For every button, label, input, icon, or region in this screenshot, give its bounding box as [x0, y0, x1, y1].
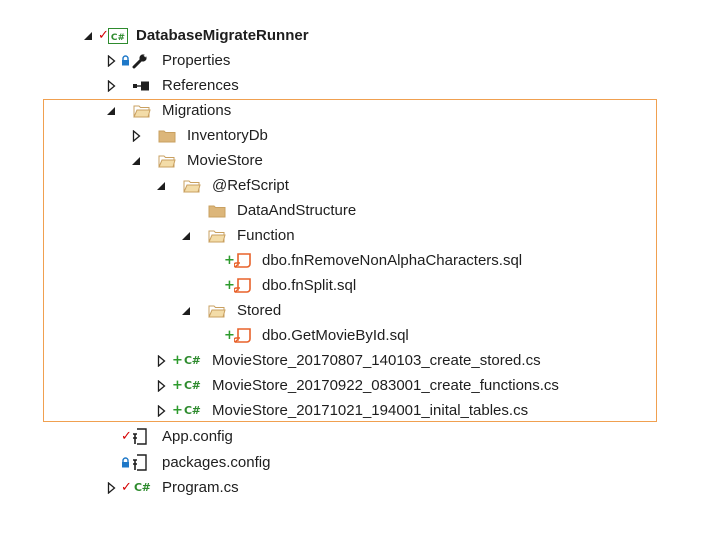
collapse-arrow-icon[interactable] [81, 23, 95, 48]
dataandstructure-label: DataAndStructure [237, 202, 357, 219]
folder-open-icon [208, 223, 226, 248]
migrations-label: Migrations [162, 102, 232, 119]
csharp-file-icon: C# [184, 354, 201, 367]
csharp-project-icon: C# [108, 23, 128, 48]
ms-tables-label: MovieStore_20171021_194001_inital_tables… [212, 402, 529, 419]
wrench-icon [132, 48, 148, 73]
folder-icon [158, 123, 176, 148]
added-icon: + [172, 403, 183, 418]
expand-arrow-icon[interactable] [104, 48, 118, 73]
collapse-arrow-icon[interactable] [104, 98, 118, 123]
added-icon: + [172, 353, 183, 368]
collapse-arrow-icon[interactable] [179, 298, 193, 323]
config-file-icon [131, 450, 149, 475]
app-config-label: App.config [162, 428, 233, 445]
ms-stored-label: MovieStore_20170807_140103_create_stored… [212, 352, 541, 369]
stored-label: Stored [237, 302, 282, 319]
fn-split-label: dbo.fnSplit.sql [262, 277, 357, 294]
references-label: References [162, 77, 239, 94]
collapse-arrow-icon[interactable] [179, 223, 193, 248]
expand-arrow-icon[interactable] [154, 348, 168, 373]
svg-text:C#: C# [111, 33, 125, 43]
added-icon: + [172, 378, 183, 393]
config-file-icon [131, 424, 149, 449]
fn-remove-label: dbo.fnRemoveNonAlphaCharacters.sql [262, 252, 523, 269]
project-label: DatabaseMigrateRunner [136, 27, 309, 44]
packages-config-label: packages.config [162, 454, 271, 471]
folder-icon [208, 198, 226, 223]
refscript-label: @RefScript [212, 177, 289, 194]
folder-open-icon [183, 173, 201, 198]
csharp-file-icon: C# [134, 481, 151, 494]
program-cs-label: Program.cs [162, 479, 239, 496]
solution-explorer-tree: ✓ C# DatabaseMigrateRunner Properties Re… [0, 0, 703, 535]
expand-arrow-icon[interactable] [129, 123, 143, 148]
moviestore-label: MovieStore [187, 152, 263, 169]
sql-script-icon [234, 273, 252, 298]
folder-open-icon [158, 148, 176, 173]
get-movie-label: dbo.GetMovieById.sql [262, 327, 409, 344]
lock-icon [121, 450, 130, 475]
references-icon [132, 73, 150, 98]
function-label: Function [237, 227, 295, 244]
expand-arrow-icon[interactable] [104, 73, 118, 98]
inventorydb-label: InventoryDb [187, 127, 268, 144]
sql-script-icon [234, 323, 252, 348]
csharp-file-icon: C# [184, 404, 201, 417]
folder-open-icon [133, 98, 151, 123]
expand-arrow-icon[interactable] [154, 373, 168, 398]
expand-arrow-icon[interactable] [104, 475, 118, 500]
collapse-arrow-icon[interactable] [129, 148, 143, 173]
csharp-file-icon: C# [184, 379, 201, 392]
ms-functions-label: MovieStore_20170922_083001_create_functi… [212, 377, 559, 394]
collapse-arrow-icon[interactable] [154, 173, 168, 198]
folder-open-icon [208, 298, 226, 323]
checked-in-icon: ✓ [121, 480, 132, 495]
expand-arrow-icon[interactable] [154, 398, 168, 423]
properties-label: Properties [162, 52, 231, 69]
lock-icon [121, 48, 130, 73]
sql-script-icon [234, 248, 252, 273]
